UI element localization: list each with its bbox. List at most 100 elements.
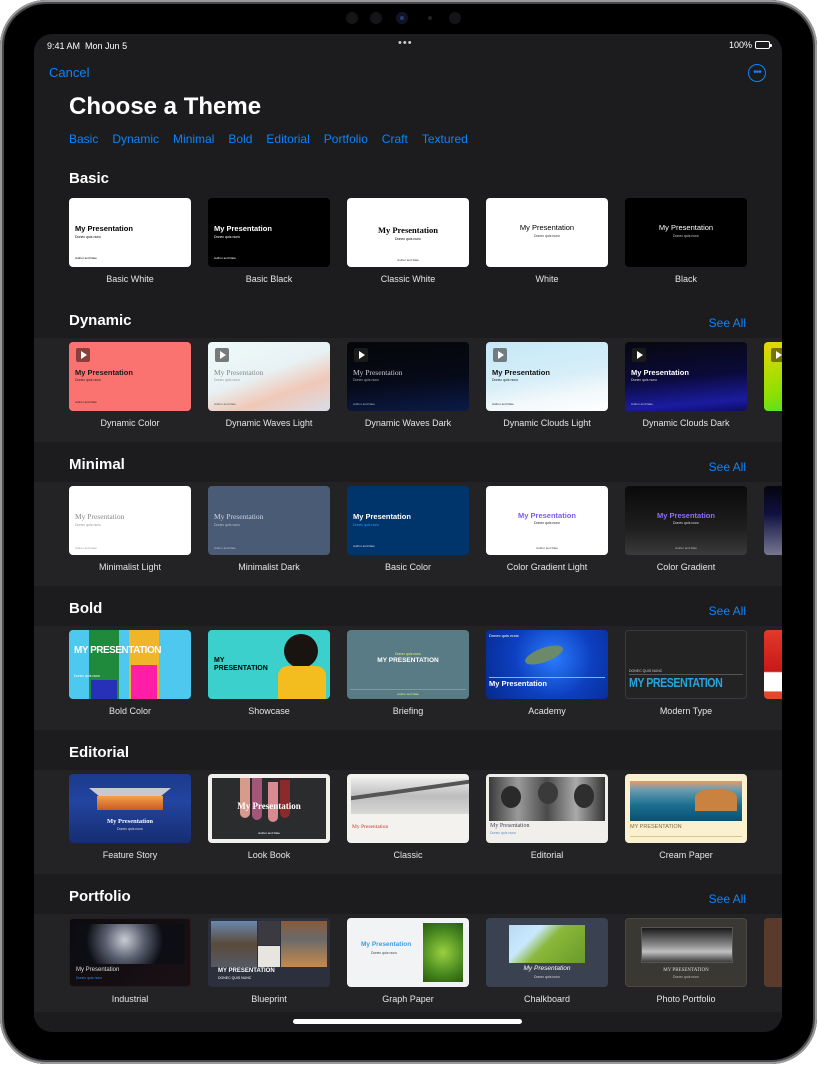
theme-label: Chalkboard: [523, 994, 571, 1004]
play-icon: [354, 348, 368, 362]
theme-label: Photo Portfolio: [656, 994, 716, 1004]
theme-label: Classic: [393, 850, 423, 860]
theme-chalkboard[interactable]: My Presentation Donec quis nunc Chalkboa…: [486, 918, 608, 1004]
theme-label: Dynamic Color: [100, 418, 160, 428]
camera-lens-icon: [396, 12, 408, 24]
see-all-minimal[interactable]: See All: [709, 460, 746, 474]
section-portfolio: Portfolio See All My Presentation Donec …: [34, 874, 782, 1018]
theme-label: Minimalist Dark: [238, 562, 300, 572]
theme-minimalist-light[interactable]: My Presentation Donec quis nunc Author a…: [69, 486, 191, 572]
tab-portfolio[interactable]: Portfolio: [324, 132, 368, 146]
theme-label: Dynamic Waves Dark: [364, 418, 452, 428]
theme-blueprint[interactable]: MY PRESENTATION DONEC QUIS NUNC Blueprin…: [208, 918, 330, 1004]
play-icon: [215, 348, 229, 362]
theme-graph-paper[interactable]: My Presentation Donec quis nunc Graph Pa…: [347, 918, 469, 1004]
see-all-bold[interactable]: See All: [709, 604, 746, 618]
sensor-icon: [449, 12, 461, 24]
page-title: Choose a Theme: [69, 93, 262, 120]
section-editorial: Editorial My Presentation Donec quis nun…: [34, 730, 782, 874]
theme-white[interactable]: My Presentation Donec quis nunc White: [486, 198, 608, 284]
theme-dynamic-waves-dark[interactable]: My Presentation Donec quis nunc Author a…: [347, 342, 469, 428]
tab-minimal[interactable]: Minimal: [173, 132, 214, 146]
theme-black[interactable]: My Presentation Donec quis nunc Black: [625, 198, 747, 284]
theme-label: Dynamic Clouds Dark: [642, 418, 730, 428]
theme-showcase[interactable]: MY PRESENTATION Showcase: [208, 630, 330, 716]
theme-basic-white[interactable]: My Presentation Donec quis nunc Author a…: [69, 198, 191, 284]
see-all-dynamic[interactable]: See All: [709, 316, 746, 330]
nav-bar: Cancel •••: [34, 62, 782, 86]
tab-editorial[interactable]: Editorial: [266, 132, 309, 146]
theme-label: Blueprint: [251, 994, 287, 1004]
tab-dynamic[interactable]: Dynamic: [112, 132, 159, 146]
tab-bold[interactable]: Bold: [228, 132, 252, 146]
theme-dynamic-color[interactable]: My Presentation Donec quis nunc Author a…: [69, 342, 191, 428]
category-tabs: Basic Dynamic Minimal Bold Editorial Por…: [69, 132, 482, 146]
theme-label: White: [535, 274, 559, 284]
theme-label: Color Gradient: [656, 562, 716, 572]
theme-bold-color[interactable]: MY PRESENTATION Donec quis nunc Bold Col…: [69, 630, 191, 716]
theme-label: Editorial: [530, 850, 564, 860]
theme-label: Dynamic Clouds Light: [503, 418, 591, 428]
theme-label: Modern Type: [659, 706, 713, 716]
theme-color-gradient[interactable]: My Presentation Donec quis nunc Author a…: [625, 486, 747, 572]
theme-modern-type[interactable]: DONEC QUIS NUNC MY PRESENTATION Modern T…: [625, 630, 747, 716]
tab-craft[interactable]: Craft: [382, 132, 408, 146]
section-title: Portfolio: [69, 888, 131, 905]
theme-minimalist-dark[interactable]: My Presentation Donec quis nunc Author a…: [208, 486, 330, 572]
theme-dynamic-clouds-dark[interactable]: My Presentation Donec quis nunc Author a…: [625, 342, 747, 428]
section-title: Bold: [69, 600, 103, 617]
theme-photo-portfolio[interactable]: MY PRESENTATION Donec quis nunc Photo Po…: [625, 918, 747, 1004]
theme-partial-next[interactable]: [764, 630, 782, 716]
sensor-icon: [370, 12, 382, 24]
theme-basic-color[interactable]: My Presentation Donec quis nunc Author a…: [347, 486, 469, 572]
theme-classic[interactable]: My Presentation Classic: [347, 774, 469, 860]
section-title: Dynamic: [69, 312, 132, 329]
home-indicator[interactable]: [293, 1019, 522, 1024]
tab-basic[interactable]: Basic: [69, 132, 98, 146]
theme-academy[interactable]: Donec quis nunc My Presentation Academy: [486, 630, 608, 716]
theme-partial-next[interactable]: [764, 486, 782, 572]
theme-partial-next[interactable]: [764, 342, 782, 428]
status-bar: 9:41 AM Mon Jun 5 ••• 100%: [34, 34, 782, 56]
theme-industrial[interactable]: My Presentation Donec quis nunc Industri…: [69, 918, 191, 1004]
theme-classic-white[interactable]: My Presentation Donec quis nunc Author a…: [347, 198, 469, 284]
theme-editorial[interactable]: My Presentation Donec quis nunc Editoria…: [486, 774, 608, 860]
theme-partial-next[interactable]: [764, 918, 782, 1004]
theme-label: Bold Color: [108, 706, 152, 716]
theme-dynamic-waves-light[interactable]: My Presentation Donec quis nunc Author a…: [208, 342, 330, 428]
theme-label: Basic Black: [245, 274, 293, 284]
theme-label: Classic White: [380, 274, 436, 284]
section-title: Basic: [69, 170, 110, 187]
battery-percent: 100%: [728, 40, 752, 50]
theme-briefing[interactable]: Donec quis nunc MY PRESENTATION Author a…: [347, 630, 469, 716]
screen: 9:41 AM Mon Jun 5 ••• 100% Cancel ••• Ch…: [34, 34, 782, 1032]
theme-label: Industrial: [111, 994, 149, 1004]
sensor-dot-icon: [428, 16, 432, 20]
camera-array: [346, 10, 470, 26]
theme-look-book[interactable]: My Presentation Author and Date Look Boo…: [208, 774, 330, 860]
cancel-button[interactable]: Cancel: [49, 65, 89, 80]
theme-label: Dynamic Waves Light: [225, 418, 313, 428]
theme-feature-story[interactable]: My Presentation Donec quis nunc Feature …: [69, 774, 191, 860]
section-basic: Basic My Presentation Donec quis nunc Au…: [34, 156, 782, 296]
play-icon: [493, 348, 507, 362]
battery-status: 100%: [728, 40, 772, 50]
section-minimal: Minimal See All My Presentation Donec qu…: [34, 442, 782, 586]
see-all-portfolio[interactable]: See All: [709, 892, 746, 906]
theme-label: Graph Paper: [382, 994, 434, 1004]
theme-label: Minimalist Light: [98, 562, 162, 572]
theme-cream-paper[interactable]: MY PRESENTATION Cream Paper: [625, 774, 747, 860]
theme-dynamic-clouds-light[interactable]: My Presentation Donec quis nunc Author a…: [486, 342, 608, 428]
sensor-icon: [346, 12, 358, 24]
theme-basic-black[interactable]: My Presentation Donec quis nunc Author a…: [208, 198, 330, 284]
play-icon: [771, 348, 782, 362]
more-options-icon[interactable]: •••: [748, 64, 766, 82]
section-dynamic: Dynamic See All My Presentation Donec qu…: [34, 298, 782, 442]
theme-label: Basic White: [106, 274, 154, 284]
theme-label: Basic Color: [384, 562, 431, 572]
play-icon: [632, 348, 646, 362]
tab-textured[interactable]: Textured: [422, 132, 468, 146]
ipad-frame: 9:41 AM Mon Jun 5 ••• 100% Cancel ••• Ch…: [0, 0, 817, 1064]
multitasking-dots-icon[interactable]: •••: [398, 37, 413, 49]
theme-color-gradient-light[interactable]: My Presentation Donec quis nunc Author a…: [486, 486, 608, 572]
